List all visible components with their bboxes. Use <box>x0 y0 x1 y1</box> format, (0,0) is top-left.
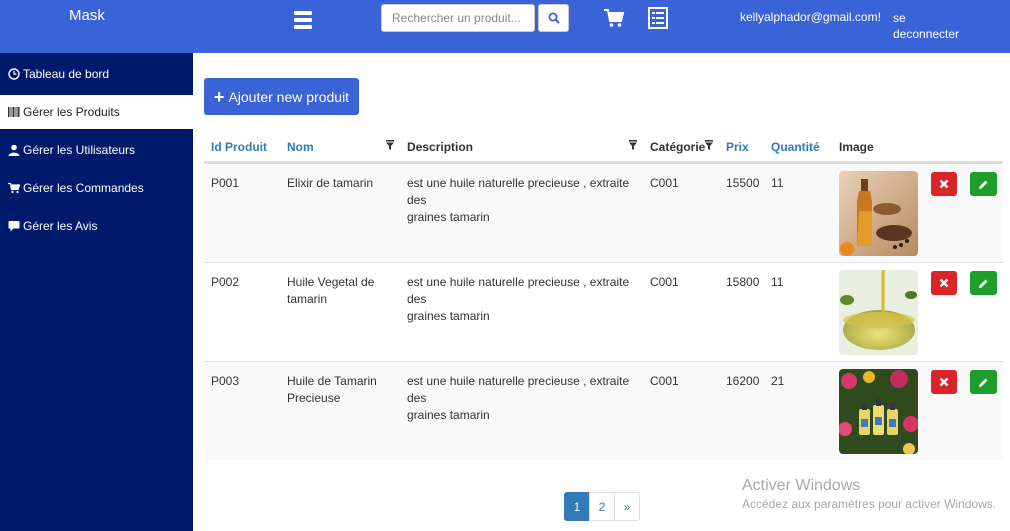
pencil-icon <box>979 279 988 288</box>
cell-description-line: graines tamarin <box>407 309 490 323</box>
sidebar: Tableau de bord Gérer les Produits Gérer… <box>0 53 193 531</box>
cell-quantite: 21 <box>771 374 785 388</box>
cell-nom: Huile Vegetal de tamarin <box>287 274 382 308</box>
table-row: P001 Elixir de tamarin est une huile nat… <box>204 163 1003 262</box>
cell-description-line: graines tamarin <box>407 408 490 422</box>
product-image <box>839 171 918 256</box>
page-next[interactable]: » <box>614 492 640 521</box>
comment-icon <box>8 220 20 232</box>
pencil-icon <box>979 378 988 387</box>
cell-nom-line: tamarin <box>287 292 328 306</box>
cell-nom-line: Precieuse <box>287 391 341 405</box>
sidebar-item-reviews[interactable]: Gérer les Avis <box>0 209 193 243</box>
cell-description: est une huile naturelle precieuse , extr… <box>407 175 642 226</box>
cell-description-line: est une huile naturelle precieuse , extr… <box>407 176 630 207</box>
cell-description-line: est une huile naturelle precieuse , extr… <box>407 275 630 306</box>
product-image <box>839 369 918 454</box>
edit-button[interactable] <box>970 172 997 196</box>
cell-prix: 15800 <box>726 275 760 289</box>
sidebar-item-label: Gérer les Produits <box>23 105 120 119</box>
edit-button[interactable] <box>970 271 997 295</box>
cell-description: est une huile naturelle precieuse , extr… <box>407 274 642 325</box>
delete-button[interactable] <box>931 271 957 295</box>
column-header-description: Description <box>407 140 474 154</box>
add-product-label: Ajouter new produit <box>228 88 350 105</box>
logout-link[interactable]: se deconnecter <box>893 10 963 42</box>
column-header-prix[interactable]: Prix <box>726 140 749 154</box>
close-icon <box>939 179 949 189</box>
sidebar-item-dashboard[interactable]: Tableau de bord <box>0 57 193 91</box>
user-icon <box>8 144 20 156</box>
cell-description-line: est une huile naturelle precieuse , extr… <box>407 374 630 405</box>
table-header: Id Produit Nom Description Catégorie Pri… <box>204 132 1003 163</box>
filter-icon[interactable] <box>629 140 637 150</box>
cart-icon[interactable] <box>603 7 625 29</box>
cell-prix: 15500 <box>726 176 760 190</box>
filter-icon[interactable] <box>705 140 713 150</box>
sidebar-item-label: Tableau de bord <box>23 67 110 81</box>
sidebar-item-orders[interactable]: Gérer les Commandes <box>0 171 193 205</box>
table-row: P003 Huile de Tamarin Precieuse est une h… <box>204 361 1003 460</box>
cell-id: P002 <box>211 275 240 289</box>
delete-button[interactable] <box>931 172 957 196</box>
cell-categorie: C001 <box>650 176 679 190</box>
cell-prix: 16200 <box>726 374 760 388</box>
cell-categorie: C001 <box>650 374 679 388</box>
table-row: P002 Huile Vegetal de tamarin est une hui… <box>204 262 1003 361</box>
delete-button[interactable] <box>931 370 957 394</box>
clock-icon <box>8 68 20 80</box>
products-table: Id Produit Nom Description Catégorie Pri… <box>204 132 1003 460</box>
add-product-button[interactable]: + Ajouter new produit <box>204 78 359 115</box>
close-icon <box>939 278 949 288</box>
column-header-nom[interactable]: Nom <box>287 140 314 154</box>
cell-nom-line: Huile Vegetal de <box>287 275 375 289</box>
column-header-id[interactable]: Id Produit <box>211 140 267 154</box>
barcode-icon <box>8 106 20 118</box>
cell-categorie: C001 <box>650 275 679 289</box>
cart-icon <box>8 182 20 194</box>
filter-icon[interactable] <box>386 140 394 150</box>
sidebar-item-users[interactable]: Gérer les Utilisateurs <box>0 133 193 167</box>
cell-nom: Huile de Tamarin Precieuse <box>287 373 382 407</box>
cell-quantite: 11 <box>771 176 784 190</box>
user-email: kellyalphador@gmail.com! <box>740 10 881 24</box>
orders-list-icon[interactable] <box>648 7 668 29</box>
sidebar-item-label: Gérer les Utilisateurs <box>23 143 136 157</box>
cell-description-line: graines tamarin <box>407 210 490 224</box>
sidebar-item-label: Gérer les Avis <box>23 219 98 233</box>
cell-quantite: 11 <box>771 275 784 289</box>
windows-watermark-title: Activer Windows <box>742 477 861 494</box>
search-icon <box>548 12 560 24</box>
column-header-image: Image <box>839 140 874 154</box>
cell-nom-line: Elixir de tamarin <box>287 176 374 190</box>
product-image <box>839 270 918 355</box>
sidebar-item-products[interactable]: Gérer les Produits <box>0 95 193 129</box>
cell-id: P003 <box>211 374 240 388</box>
cell-nom-line: Huile de Tamarin <box>287 374 377 388</box>
windows-watermark-subtitle: Accédez aux paramètres pour activer Wind… <box>742 497 997 511</box>
plus-icon: + <box>213 86 225 107</box>
close-icon <box>939 377 949 387</box>
top-bar: Mask kellyalphador@gmail.com! se deconne… <box>0 0 1010 53</box>
pencil-icon <box>979 180 988 189</box>
column-header-quantite[interactable]: Quantité <box>771 140 820 154</box>
cell-id: P001 <box>211 176 240 190</box>
menu-toggle-icon[interactable] <box>294 11 312 31</box>
search-button[interactable] <box>538 4 569 32</box>
page-link-2[interactable]: 2 <box>589 492 615 521</box>
page-link-1[interactable]: 1 <box>564 492 590 521</box>
edit-button[interactable] <box>970 370 997 394</box>
cell-description: est une huile naturelle precieuse , extr… <box>407 373 642 424</box>
search-input[interactable] <box>381 4 535 32</box>
cell-nom: Elixir de tamarin <box>287 175 382 192</box>
column-header-categorie: Catégorie <box>650 140 706 154</box>
sidebar-item-label: Gérer les Commandes <box>23 181 144 195</box>
brand-logo[interactable]: Mask <box>69 7 105 24</box>
pagination: 1 2 » <box>564 492 640 521</box>
